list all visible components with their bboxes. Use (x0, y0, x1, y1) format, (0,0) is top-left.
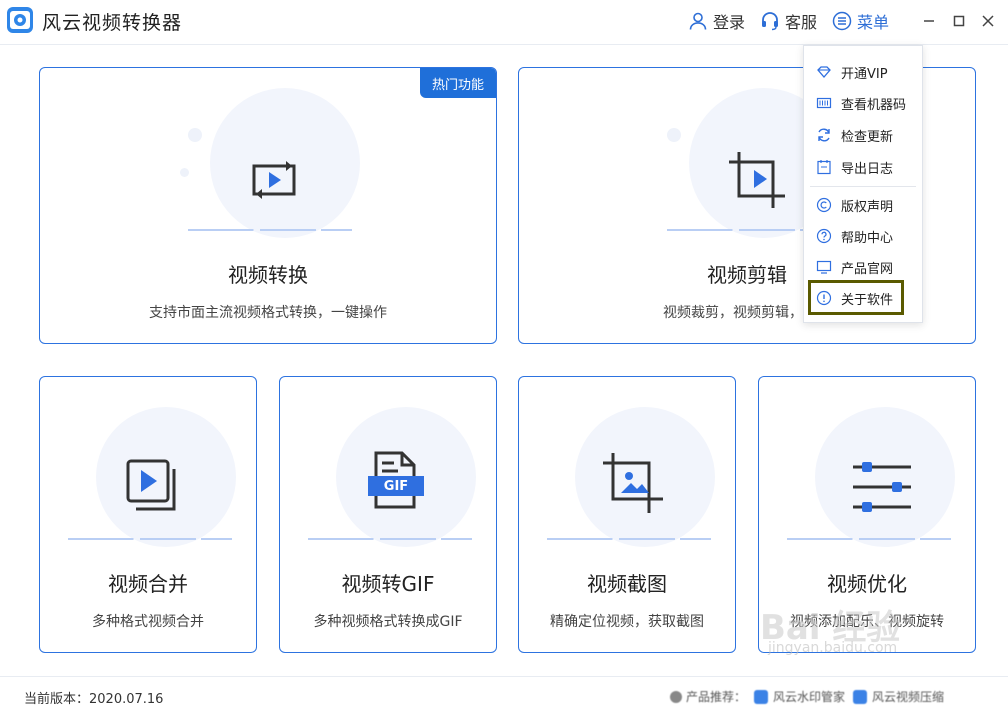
card-description: 精确定位视频，获取截图 (550, 614, 704, 630)
menu-item-label: 产品官网 (841, 261, 894, 277)
close-icon (982, 15, 994, 27)
card-title: 视频截图 (587, 572, 667, 596)
card-decor-line (188, 229, 352, 231)
video-merge-card[interactable]: 视频合并 多种格式视频合并 (39, 376, 257, 653)
menu-item-machine-code[interactable]: 查看机器码 (804, 89, 922, 117)
convert-icon (252, 161, 296, 199)
recommend-product-link[interactable]: 风云视频压缩 (872, 688, 944, 705)
info-circle-icon (670, 690, 682, 703)
info-icon (816, 290, 832, 306)
minimize-button[interactable] (918, 10, 940, 32)
menu-list-icon (832, 11, 852, 31)
card-title: 视频转GIF (341, 572, 435, 596)
menu-item-label: 关于软件 (841, 292, 894, 308)
login-button[interactable]: 登录 (688, 10, 745, 32)
card-decor-line (547, 538, 711, 540)
menu-label: 菜单 (857, 13, 890, 32)
video-to-gif-card[interactable]: GIF 视频转GIF 多种视频格式转换成GIF (279, 376, 497, 653)
gif-icon-label: GIF (383, 479, 409, 494)
sliders-icon (853, 462, 911, 512)
close-button[interactable] (977, 10, 999, 32)
version-text: 当前版本：2020.07.16 (24, 692, 164, 707)
headset-icon (762, 12, 778, 31)
diamond-icon (817, 66, 831, 78)
card-title: 视频优化 (827, 572, 907, 596)
menu-item-help-center[interactable]: 帮助中心 (804, 222, 922, 250)
menu-item-label: 版权声明 (841, 199, 894, 215)
user-icon (689, 12, 707, 30)
maximize-button[interactable] (948, 10, 970, 32)
minimize-icon (924, 20, 934, 22)
export-log-icon (817, 160, 831, 175)
menu-item-export-log[interactable]: 导出日志 (804, 153, 922, 181)
menu-item-label: 帮助中心 (841, 230, 894, 246)
card-title: 视频转换 (228, 263, 308, 287)
recommend-product-link[interactable]: 风云水印管家 (773, 688, 845, 705)
video-optimize-card[interactable]: 视频优化 视频添加配乐、视频旋转 (758, 376, 976, 653)
menu-button[interactable]: 菜单 (832, 10, 889, 32)
app-logo-icon (7, 7, 33, 33)
title-bar: 风云视频转换器 登录 客服 菜单 (0, 0, 1008, 44)
menu-divider (810, 186, 916, 187)
menu-item-check-update[interactable]: 检查更新 (804, 121, 922, 149)
monitor-icon (816, 260, 832, 274)
menu-item-label: 开通VIP (841, 66, 888, 82)
card-description: 视频添加配乐、视频旋转 (790, 614, 944, 630)
card-description: 多种视频格式转换成GIF (313, 614, 463, 630)
menu-item-label: 导出日志 (841, 161, 894, 177)
menu-item-copyright[interactable]: 版权声明 (804, 191, 922, 219)
card-background-dot (667, 128, 681, 142)
main-menu-dropdown: 开通VIP 查看机器码 检查更新 导出日志 版权声明 帮助中心 产品官网 关于软… (803, 45, 923, 323)
video-screenshot-card[interactable]: 视频截图 精确定位视频，获取截图 (518, 376, 736, 653)
card-decor-line (68, 538, 232, 540)
card-decor-line (787, 538, 951, 540)
help-icon (816, 228, 832, 244)
menu-item-about[interactable]: 关于软件 (804, 284, 922, 312)
card-decor-line (308, 538, 472, 540)
video-convert-card[interactable]: 热门功能 视频转换 支持市面主流视频格式转换，一键操作 (39, 67, 497, 344)
login-label: 登录 (713, 13, 746, 32)
maximize-icon (953, 15, 965, 27)
product-recommendation: 产品推荐： 风云水印管家 风云视频压缩 (670, 688, 944, 705)
card-description: 支持市面主流视频格式转换，一键操作 (149, 305, 387, 321)
menu-item-label: 查看机器码 (841, 97, 907, 113)
watermark-app-icon (754, 689, 769, 704)
customer-service-button[interactable]: 客服 (760, 10, 817, 32)
card-title: 视频合并 (108, 572, 188, 596)
service-label: 客服 (785, 13, 818, 32)
menu-item-vip[interactable]: 开通VIP (804, 58, 922, 86)
footer-separator (0, 676, 1008, 677)
menu-item-website[interactable]: 产品官网 (804, 253, 922, 281)
copyright-icon (816, 197, 832, 213)
recommend-label: 产品推荐： (686, 690, 747, 704)
card-background-dot (180, 168, 189, 177)
hot-feature-badge: 热门功能 (420, 68, 496, 98)
barcode-icon (816, 97, 832, 109)
menu-item-label: 检查更新 (841, 129, 894, 145)
refresh-icon (818, 128, 830, 142)
card-background-dot (188, 128, 202, 142)
crop-video-icon (729, 152, 785, 208)
crop-image-icon (603, 453, 663, 513)
card-description: 多种格式视频合并 (92, 614, 204, 630)
app-title: 风云视频转换器 (42, 12, 183, 34)
compress-app-icon (853, 689, 868, 704)
merge-video-icon (126, 459, 176, 511)
